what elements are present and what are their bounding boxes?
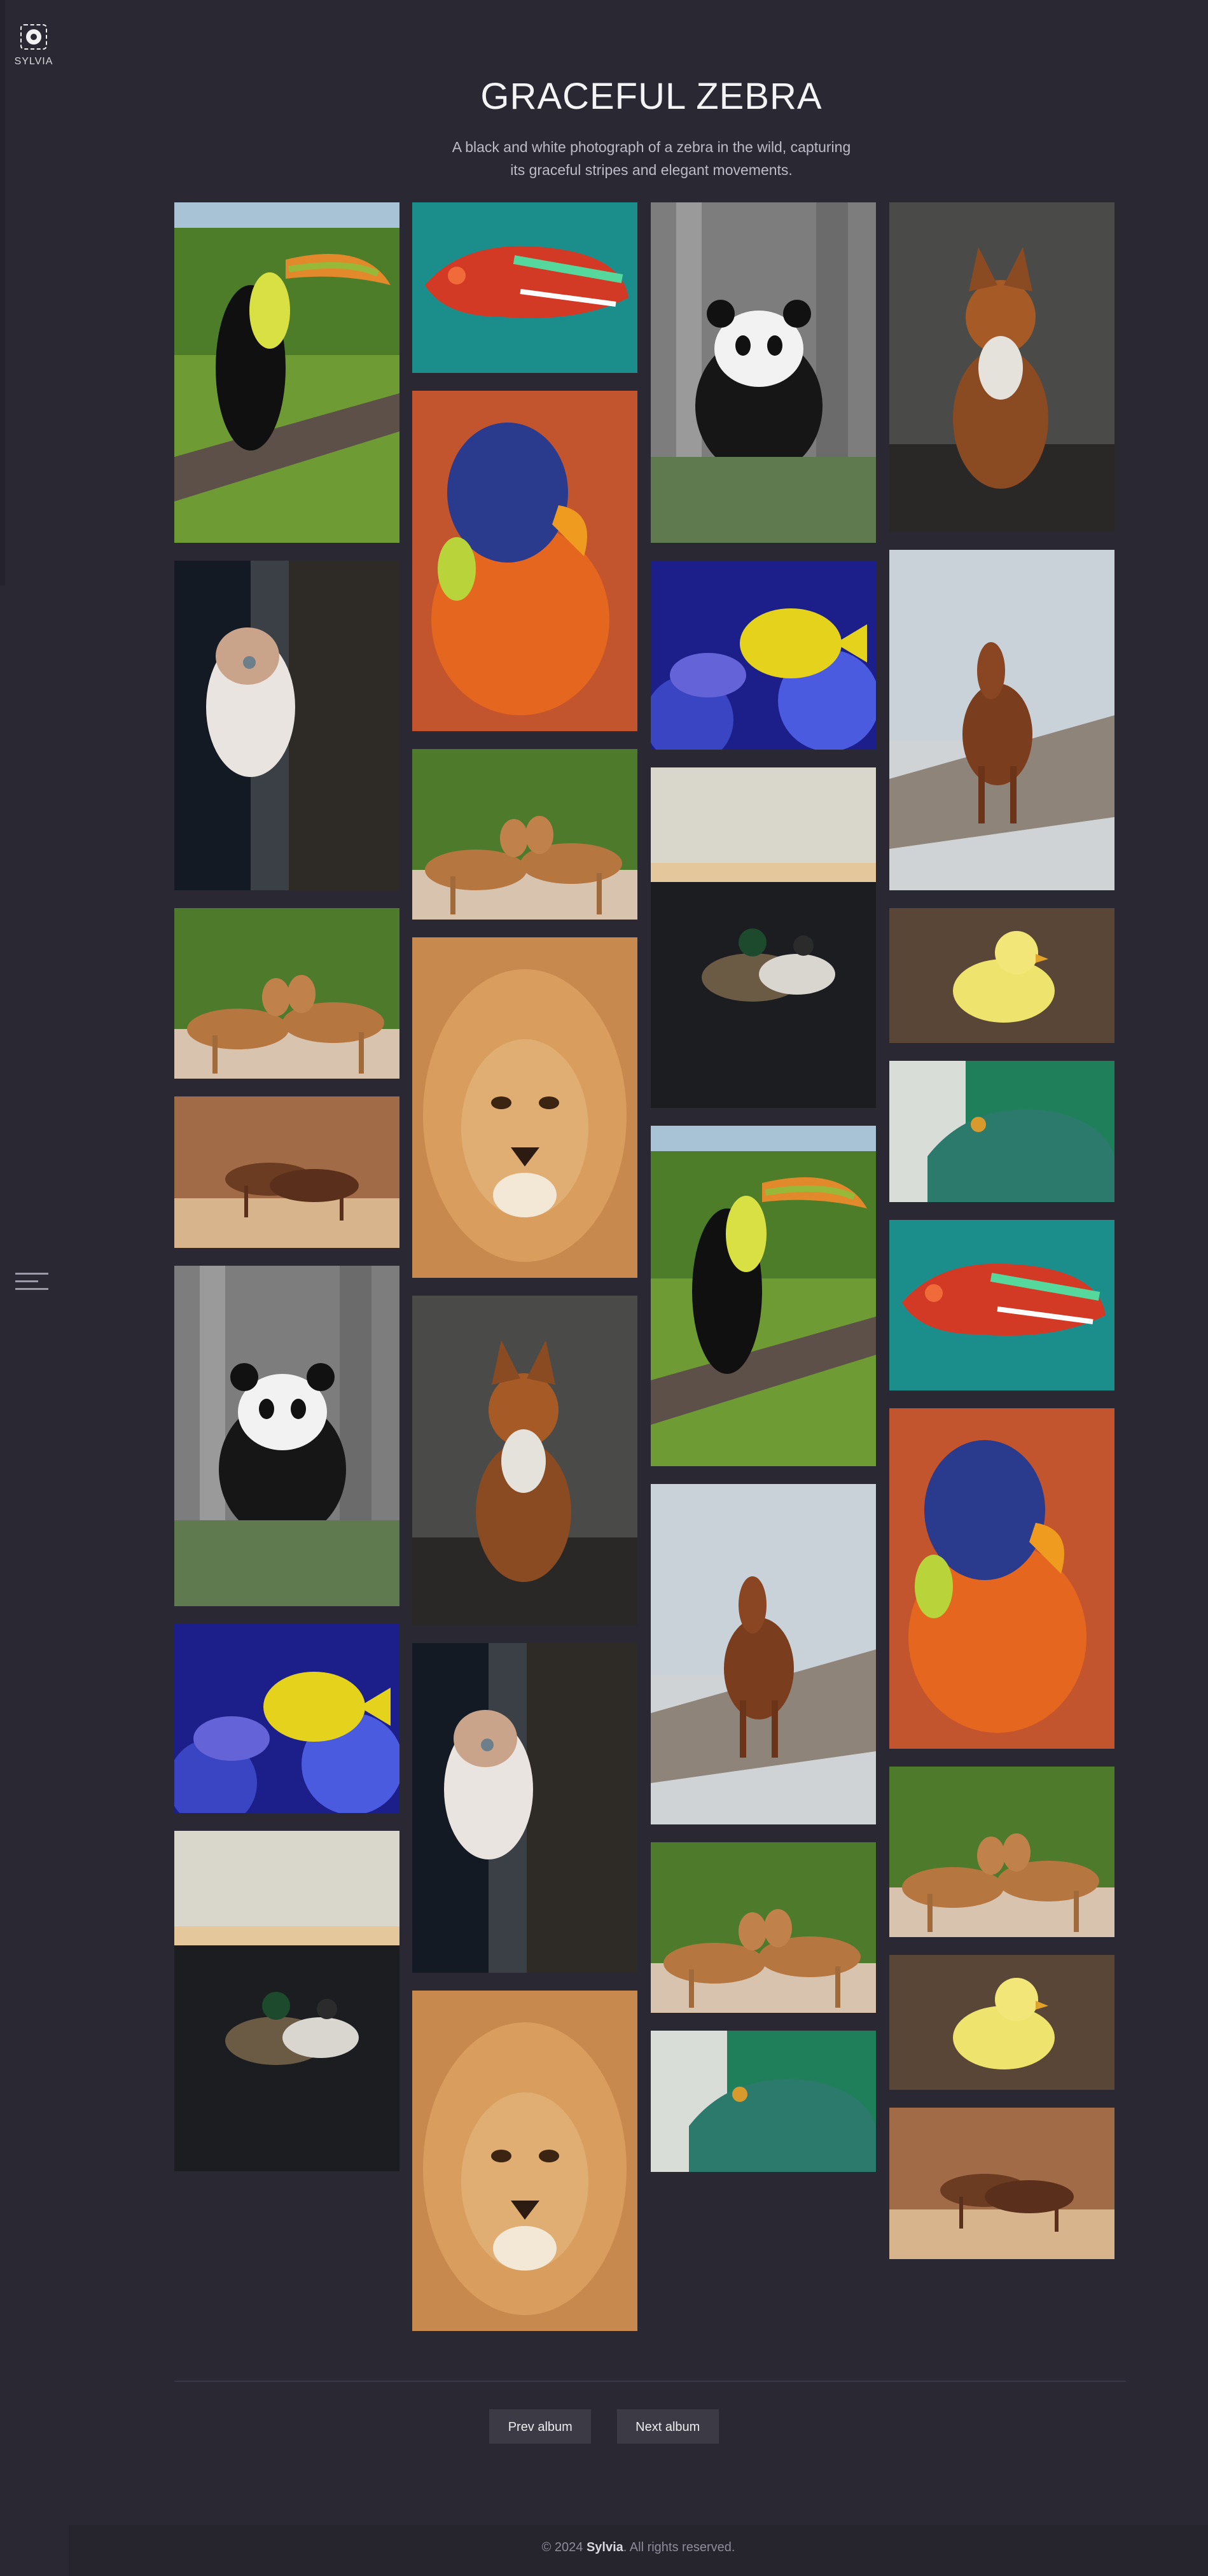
menu-lines-icon[interactable] (15, 1273, 51, 1298)
next-album-button[interactable]: Next album (616, 2409, 719, 2444)
gallery-photo-toucan[interactable] (651, 1126, 876, 1466)
gallery-photo-impala[interactable] (651, 1842, 876, 2013)
gallery-photo-horses[interactable] (174, 1096, 399, 1248)
divider (174, 2381, 1126, 2382)
gallery-photo-parrot[interactable] (889, 1408, 1114, 1749)
gallery-photo-tang-fish[interactable] (174, 1624, 399, 1813)
gallery-photo-duckling[interactable] (889, 1955, 1114, 2090)
gallery-photo-panda[interactable] (174, 1266, 399, 1606)
sidebar-rail (0, 0, 5, 585)
brand-logo[interactable]: SYLVIA (14, 23, 53, 67)
gallery-photo-lizard[interactable] (889, 1061, 1114, 1202)
gallery-photo-fox[interactable] (889, 202, 1114, 532)
album-pagination: Prev album Next album (0, 2409, 1208, 2444)
gallery-photo-kitten[interactable] (412, 1643, 637, 1973)
brand-name: SYLVIA (14, 56, 53, 67)
gallery-photo-lion[interactable] (412, 1991, 637, 2331)
gallery-photo-lizard[interactable] (651, 2031, 876, 2172)
gallery-photo-tang-fish[interactable] (651, 561, 876, 750)
gallery-photo-horses[interactable] (889, 2108, 1114, 2259)
prev-album-button[interactable]: Prev album (489, 2409, 592, 2444)
gallery-photo-lion[interactable] (412, 937, 637, 1278)
footer-suffix: . All rights reserved. (623, 2540, 735, 2554)
gallery-photo-parrot[interactable] (412, 391, 637, 731)
gallery-photo-ducks[interactable] (174, 1831, 399, 2171)
footer: © 2024 Sylvia. All rights reserved. (69, 2525, 1208, 2576)
gallery-photo-chameleon[interactable] (412, 202, 637, 373)
album-description: A black and white photograph of a zebra … (452, 139, 851, 178)
gallery-photo-toucan[interactable] (174, 202, 399, 543)
gallery-photo-horse[interactable] (651, 1484, 876, 1824)
gallery-photo-horse[interactable] (889, 550, 1114, 890)
gallery-photo-fox[interactable] (412, 1296, 637, 1625)
gallery-photo-panda[interactable] (651, 202, 876, 543)
gallery-photo-kitten[interactable] (174, 561, 399, 890)
footer-prefix: © 2024 (541, 2540, 583, 2554)
page-title: GRACEFUL ZEBRA (480, 76, 823, 117)
gallery-photo-impala[interactable] (412, 749, 637, 920)
gallery-photo-duckling[interactable] (889, 908, 1114, 1043)
gallery-photo-impala[interactable] (889, 1767, 1114, 1937)
camera-aperture-icon (15, 23, 52, 52)
gallery-photo-chameleon[interactable] (889, 1220, 1114, 1390)
footer-brand[interactable]: Sylvia (587, 2540, 623, 2554)
gallery-photo-impala[interactable] (174, 908, 399, 1079)
gallery-photo-ducks[interactable] (651, 767, 876, 1108)
album-header: GRACEFUL ZEBRA A black and white photogr… (174, 75, 1128, 181)
